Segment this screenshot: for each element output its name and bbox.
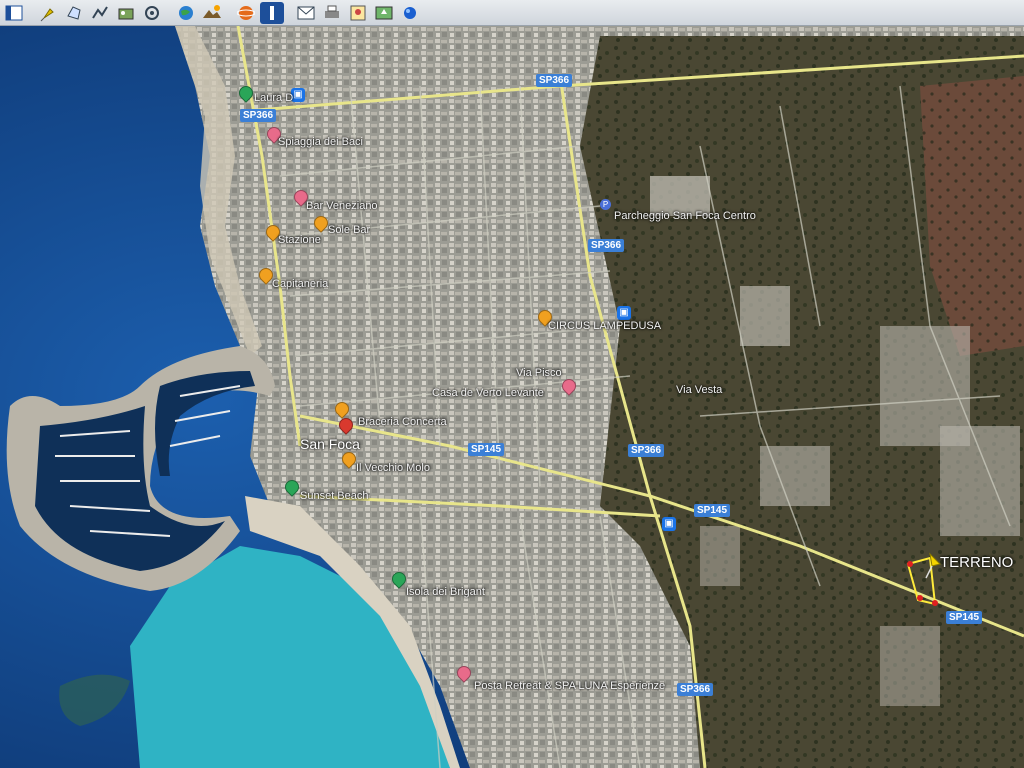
- polygon-icon[interactable]: [62, 2, 86, 24]
- place-label: Capitaneria: [272, 278, 329, 290]
- satellite-map[interactable]: SP366 SP366 SP366 SP366 SP366 SP145 SP14…: [0, 26, 1024, 768]
- google-earth-icon[interactable]: [398, 2, 422, 24]
- vertex-marker[interactable]: [907, 561, 913, 567]
- email-icon[interactable]: [294, 2, 318, 24]
- road-sp145-label: SP145: [694, 504, 731, 517]
- street-label: Via Vesta: [676, 384, 723, 396]
- tour-icon[interactable]: [140, 2, 164, 24]
- road-sp366-label: SP366: [588, 239, 625, 252]
- print-icon[interactable]: [320, 2, 344, 24]
- terreno-label: TERRENO: [940, 554, 1014, 571]
- view-in-maps-icon[interactable]: [372, 2, 396, 24]
- place-label: CIRCUS LAMPEDUSA: [548, 320, 662, 332]
- place-label: Spiaggia dei Baci: [278, 136, 364, 148]
- road-sp366-label: SP366: [677, 683, 714, 696]
- road-sp145-label: SP145: [946, 611, 983, 624]
- place-label: Stazione: [278, 234, 321, 246]
- sidebar-toggle-icon[interactable]: [2, 2, 26, 24]
- toolbar: [0, 0, 1024, 26]
- planets-icon[interactable]: [234, 2, 258, 24]
- ruler-icon[interactable]: [260, 1, 284, 24]
- parking-icon[interactable]: P: [600, 199, 611, 210]
- path-icon[interactable]: [88, 2, 112, 24]
- bus-stop-icon[interactable]: ▣: [662, 517, 676, 531]
- town-label: San Foca: [300, 436, 360, 452]
- road-sp145-label: SP145: [468, 443, 505, 456]
- place-label: Braceria Concerta: [358, 416, 447, 428]
- place-label: Posta Retreat & SPA LUNA Esperienze: [474, 680, 666, 692]
- bus-stop-icon[interactable]: ▣: [617, 306, 631, 320]
- vertex-marker[interactable]: [917, 595, 923, 601]
- place-label: Il Vecchio Molo: [356, 462, 430, 474]
- vertex-marker[interactable]: [932, 600, 938, 606]
- place-label: Casa de Verto Levante: [432, 387, 544, 399]
- street-label: Via Pisco: [516, 367, 562, 379]
- place-label: Sole Bar: [328, 224, 371, 236]
- road-sp366-label: SP366: [240, 109, 277, 122]
- pushpin-icon[interactable]: [36, 2, 60, 24]
- globe-icon[interactable]: [174, 2, 198, 24]
- place-label: Parcheggio San Foca Centro: [614, 210, 756, 222]
- place-label: Bar Veneziano: [306, 200, 378, 212]
- place-label: Isola dei Brigant: [406, 586, 485, 598]
- sunlight-icon[interactable]: [200, 2, 224, 24]
- place-label: Laura D: [254, 92, 294, 104]
- save-image-icon[interactable]: [346, 2, 370, 24]
- overlay-icon[interactable]: [114, 2, 138, 24]
- road-sp366-label: SP366: [536, 74, 573, 87]
- place-label: Sunset Beach: [300, 490, 369, 502]
- road-sp366-label: SP366: [628, 444, 665, 457]
